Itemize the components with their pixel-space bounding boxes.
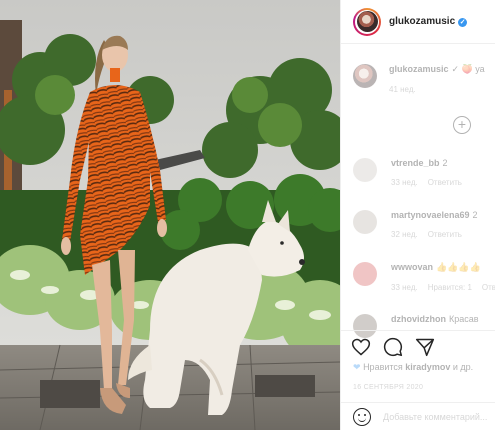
comments-list: glukozamusic ✓ 🍑 уа 41 нед. + vtrende_bb 2… <box>341 44 495 338</box>
like-avatar-icon: ❤ <box>353 362 361 372</box>
share-icon[interactable] <box>415 337 435 357</box>
reply-link[interactable]: Ответить <box>428 178 462 187</box>
comment-username[interactable]: martynovaelena69 <box>391 210 470 220</box>
post-header: glukozamusic ✓ <box>341 0 495 44</box>
comment-avatar[interactable] <box>353 158 377 182</box>
comment-likes[interactable]: Нравится: 1 <box>428 283 472 292</box>
reply-link[interactable]: Ответить <box>482 283 495 292</box>
add-comment-input[interactable]: Добавьте комментарий... <box>383 412 487 422</box>
caption-time: 41 нед. <box>389 85 416 94</box>
heart-icon[interactable] <box>351 337 371 357</box>
comment-avatar[interactable] <box>353 210 377 234</box>
comment-time: 33 нед. <box>391 283 418 292</box>
post-photo[interactable] <box>0 0 340 430</box>
comment-time: 33 нед. <box>391 178 418 187</box>
caption-text: ✓ 🍑 уа <box>451 64 485 74</box>
author-avatar[interactable] <box>353 7 381 36</box>
comment-row: wwwovan👍👍👍👍 33 нед. Нравится: 1 Ответить <box>353 262 495 292</box>
comment-username[interactable]: wwwovan <box>391 262 433 272</box>
comment-text: 2 <box>472 210 478 220</box>
verified-badge-icon: ✓ <box>458 18 468 27</box>
post-date: 16 сентября 2020 <box>353 384 424 391</box>
likes-summary: ❤ Нравится kiradymov и др. <box>353 362 474 372</box>
comment-username[interactable]: vtrende_bb <box>391 158 440 168</box>
comment-avatar[interactable] <box>353 262 377 286</box>
comment-text: 👍👍👍👍 <box>436 262 481 272</box>
comment-username[interactable]: dzhovidzhon <box>391 314 446 324</box>
caption-avatar[interactable] <box>353 64 377 88</box>
post-side-panel: glukozamusic ✓ glukozamusic ✓ 🍑 уа 41 нед.… <box>340 0 495 430</box>
comment-row: martynovaelena69 2 32 нед. Ответить <box>353 210 495 239</box>
instagram-post-view: glukozamusic ✓ glukozamusic ✓ 🍑 уа 41 нед.… <box>0 0 495 430</box>
author-username[interactable]: glukozamusic ✓ <box>389 16 468 27</box>
comment-text: 2 <box>442 158 448 168</box>
comment-time: 32 нед. <box>391 230 418 239</box>
comment-row: vtrende_bb 2 33 нед. Ответить <box>353 158 495 187</box>
plus-circle-icon[interactable]: + <box>453 116 471 134</box>
emoji-icon[interactable] <box>353 407 371 426</box>
reply-link[interactable]: Ответить <box>428 230 462 239</box>
photo-illustration <box>0 0 340 430</box>
comment-text: Красав <box>449 314 479 324</box>
caption-username[interactable]: glukozamusic <box>389 64 449 74</box>
caption-row: glukozamusic ✓ 🍑 уа 41 нед. <box>353 64 495 94</box>
comment-icon[interactable] <box>383 337 403 357</box>
likes-username[interactable]: kiradymov <box>405 362 450 372</box>
post-actions-bar <box>341 330 495 360</box>
add-comment-bar: Добавьте комментарий... <box>341 402 495 430</box>
